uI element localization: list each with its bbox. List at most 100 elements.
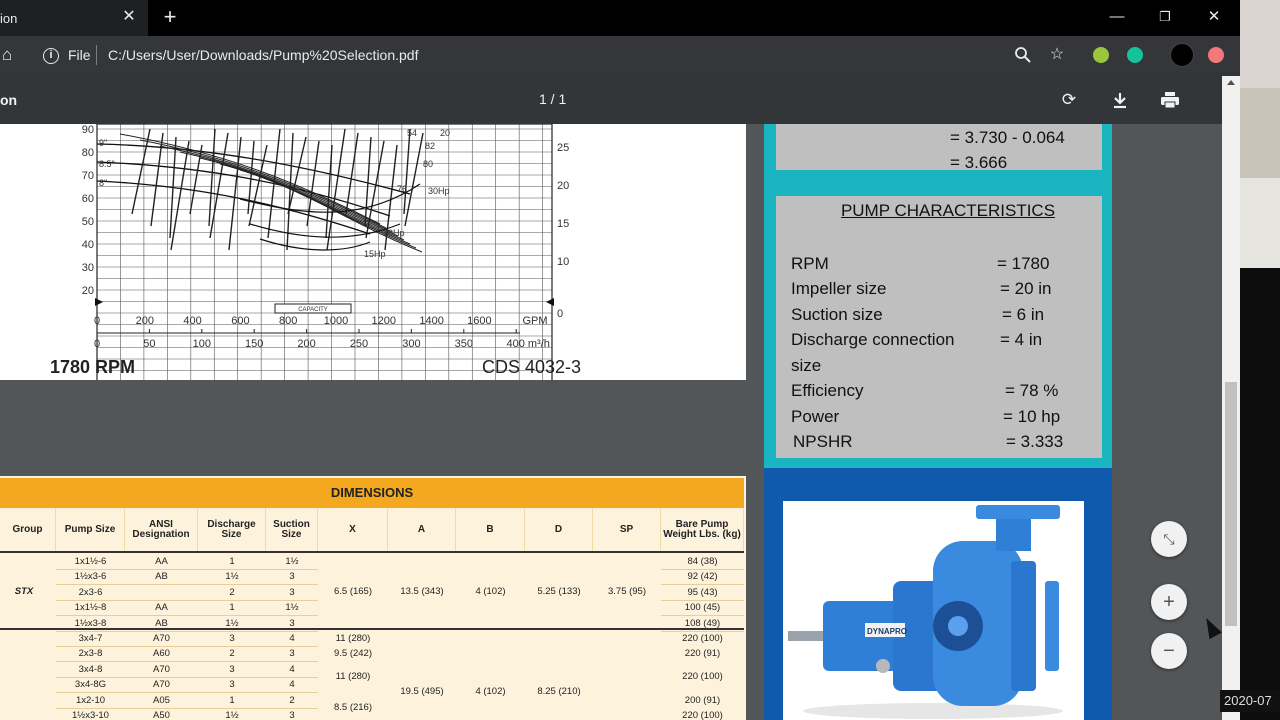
gpm-tick-label: 400 — [183, 315, 201, 327]
suction-cell: 4 — [289, 679, 295, 691]
update-icon[interactable] — [1208, 47, 1224, 63]
home-icon[interactable]: ⌂ — [2, 46, 20, 64]
pump-size-cell: 1½x3-10 — [72, 710, 109, 720]
calc-line-2: = 3.666 — [950, 153, 1008, 172]
characteristic-label: Discharge connection — [791, 330, 955, 349]
column-header: A — [388, 508, 456, 552]
plot-frame — [96, 124, 553, 380]
minimize-icon[interactable]: — — [1106, 6, 1128, 28]
bookmark-star-icon[interactable]: ☆ — [1048, 46, 1066, 64]
browser-tab[interactable]: ion ✕ — [0, 0, 148, 36]
suction-cell: 3 — [289, 571, 295, 583]
y-tick-label: 70 — [82, 170, 94, 182]
x-cell: 8.5 (216) — [333, 702, 373, 713]
m3h-tick-label: 50 — [143, 338, 155, 350]
pump-photo: DYNAPRO — [783, 501, 1084, 720]
m3h-tick-label: 100 — [193, 338, 211, 350]
window-close-icon[interactable]: ✕ — [1203, 6, 1225, 28]
close-tab-icon[interactable]: ✕ — [120, 8, 138, 26]
table-header-rule — [0, 551, 744, 553]
url-input[interactable]: C:/Users/User/Downloads/Pump%20Selection… — [108, 47, 418, 63]
discharge-cell: 3 — [229, 633, 235, 644]
d-cell: 8.25 (210) — [537, 686, 581, 697]
zoom-search-icon[interactable] — [1014, 46, 1032, 64]
restore-icon[interactable]: ❐ — [1154, 6, 1176, 28]
suction-cell: 3 — [289, 617, 295, 629]
efficiency-label: 76 — [397, 184, 407, 194]
screen: ion ✕ + — ❐ ✕ ⌂ i File C:/Users/User/Dow… — [0, 0, 1280, 720]
discharge-cell: 1½ — [225, 571, 239, 583]
axis-arrow-icon — [95, 298, 103, 306]
characteristic-value: = 4 in — [1000, 330, 1043, 349]
weight-cell: 220 (100) — [682, 671, 723, 682]
table-gridline — [56, 630, 318, 632]
characteristic-label: Power — [791, 407, 840, 426]
pump-size-cell: 1x1½-6 — [74, 556, 107, 567]
zoom-in-button[interactable]: + — [1151, 584, 1187, 620]
m3h-tick-label: 350 — [455, 338, 473, 350]
webcam-tile-3 — [1240, 178, 1280, 268]
discharge-cell: 3 — [229, 679, 235, 691]
characteristic-value: = 20 in — [1000, 279, 1052, 298]
ansi-cell: AA — [155, 556, 168, 567]
info-icon[interactable]: i — [43, 48, 59, 64]
scroll-thumb[interactable] — [1225, 382, 1237, 626]
gpm-tick-label: GPM — [522, 315, 547, 327]
y-tick-label: 80 — [82, 147, 94, 159]
discharge-cell: 2 — [229, 586, 235, 598]
webcam-tile-2 — [1240, 88, 1280, 178]
weight-cell: 220 (100) — [682, 710, 723, 720]
zoom-out-button[interactable]: − — [1151, 633, 1187, 669]
fit-to-page-button[interactable]: ⤡ — [1151, 521, 1187, 557]
suction-cell: 3 — [289, 648, 295, 660]
discharge-cell: 3 — [229, 663, 235, 675]
rotate-icon[interactable]: ⟳ — [1059, 90, 1079, 110]
efficiency-line — [306, 140, 320, 227]
discharge-cell: 1 — [229, 556, 235, 567]
column-header: Discharge Size — [198, 508, 266, 552]
grammarly-icon[interactable] — [1127, 47, 1143, 63]
ansi-cell: A05 — [153, 694, 170, 706]
efficiency-label: 54 — [407, 128, 417, 138]
weight-cell: 200 (91) — [684, 695, 721, 706]
gpm-tick-label: 200 — [136, 315, 154, 327]
table-gridline — [56, 584, 318, 586]
table-gridline — [661, 615, 744, 617]
pump-size-cell: 3x4-8G — [74, 679, 107, 691]
axis-arrow-icon — [546, 298, 554, 306]
suction-cell: 3 — [289, 710, 295, 720]
pump-size-cell: 3x4-8 — [78, 663, 103, 675]
efficiency-label: 82 — [425, 141, 435, 151]
right-tick-label: 20 — [557, 180, 569, 192]
gpm-tick-label: 1400 — [419, 315, 443, 327]
profile-avatar[interactable] — [1170, 43, 1194, 67]
scroll-up-arrow-icon[interactable] — [1227, 80, 1235, 85]
print-icon[interactable] — [1160, 90, 1180, 110]
url-divider — [96, 45, 97, 65]
table-gridline — [661, 569, 744, 570]
m3h-tick-label: 300 — [402, 338, 420, 350]
right-tick-label: 25 — [557, 142, 569, 154]
m3h-tick-label: 0 — [94, 338, 100, 350]
x-cell: 11 (280) — [335, 633, 371, 644]
ansi-cell: AB — [155, 617, 168, 629]
efficiency-line — [228, 136, 242, 251]
pump-size-cell: 2x3-6 — [78, 586, 103, 598]
new-tab-icon[interactable]: + — [160, 6, 180, 28]
group-cell: STX — [14, 586, 34, 597]
vertical-scrollbar[interactable] — [1222, 76, 1240, 720]
download-icon[interactable] — [1110, 90, 1130, 110]
capacity-label: CAPACITY — [298, 307, 328, 313]
ansi-cell: A70 — [153, 679, 170, 691]
gpm-tick-label: 0 — [94, 315, 100, 327]
characteristic-label: Impeller size — [791, 279, 887, 298]
table-gridline — [661, 584, 744, 586]
pump-size-cell: 2x3-8 — [78, 648, 103, 660]
extension-icon[interactable] — [1093, 47, 1109, 63]
weight-cell: 95 (43) — [687, 586, 718, 598]
tab-strip: ion ✕ + — ❐ ✕ — [0, 0, 1240, 36]
discharge-cell: 1 — [229, 694, 235, 706]
pump-size-cell: 1½x3-6 — [74, 571, 107, 583]
a-cell: 13.5 (343) — [400, 586, 444, 597]
efficiency-line — [131, 128, 151, 215]
